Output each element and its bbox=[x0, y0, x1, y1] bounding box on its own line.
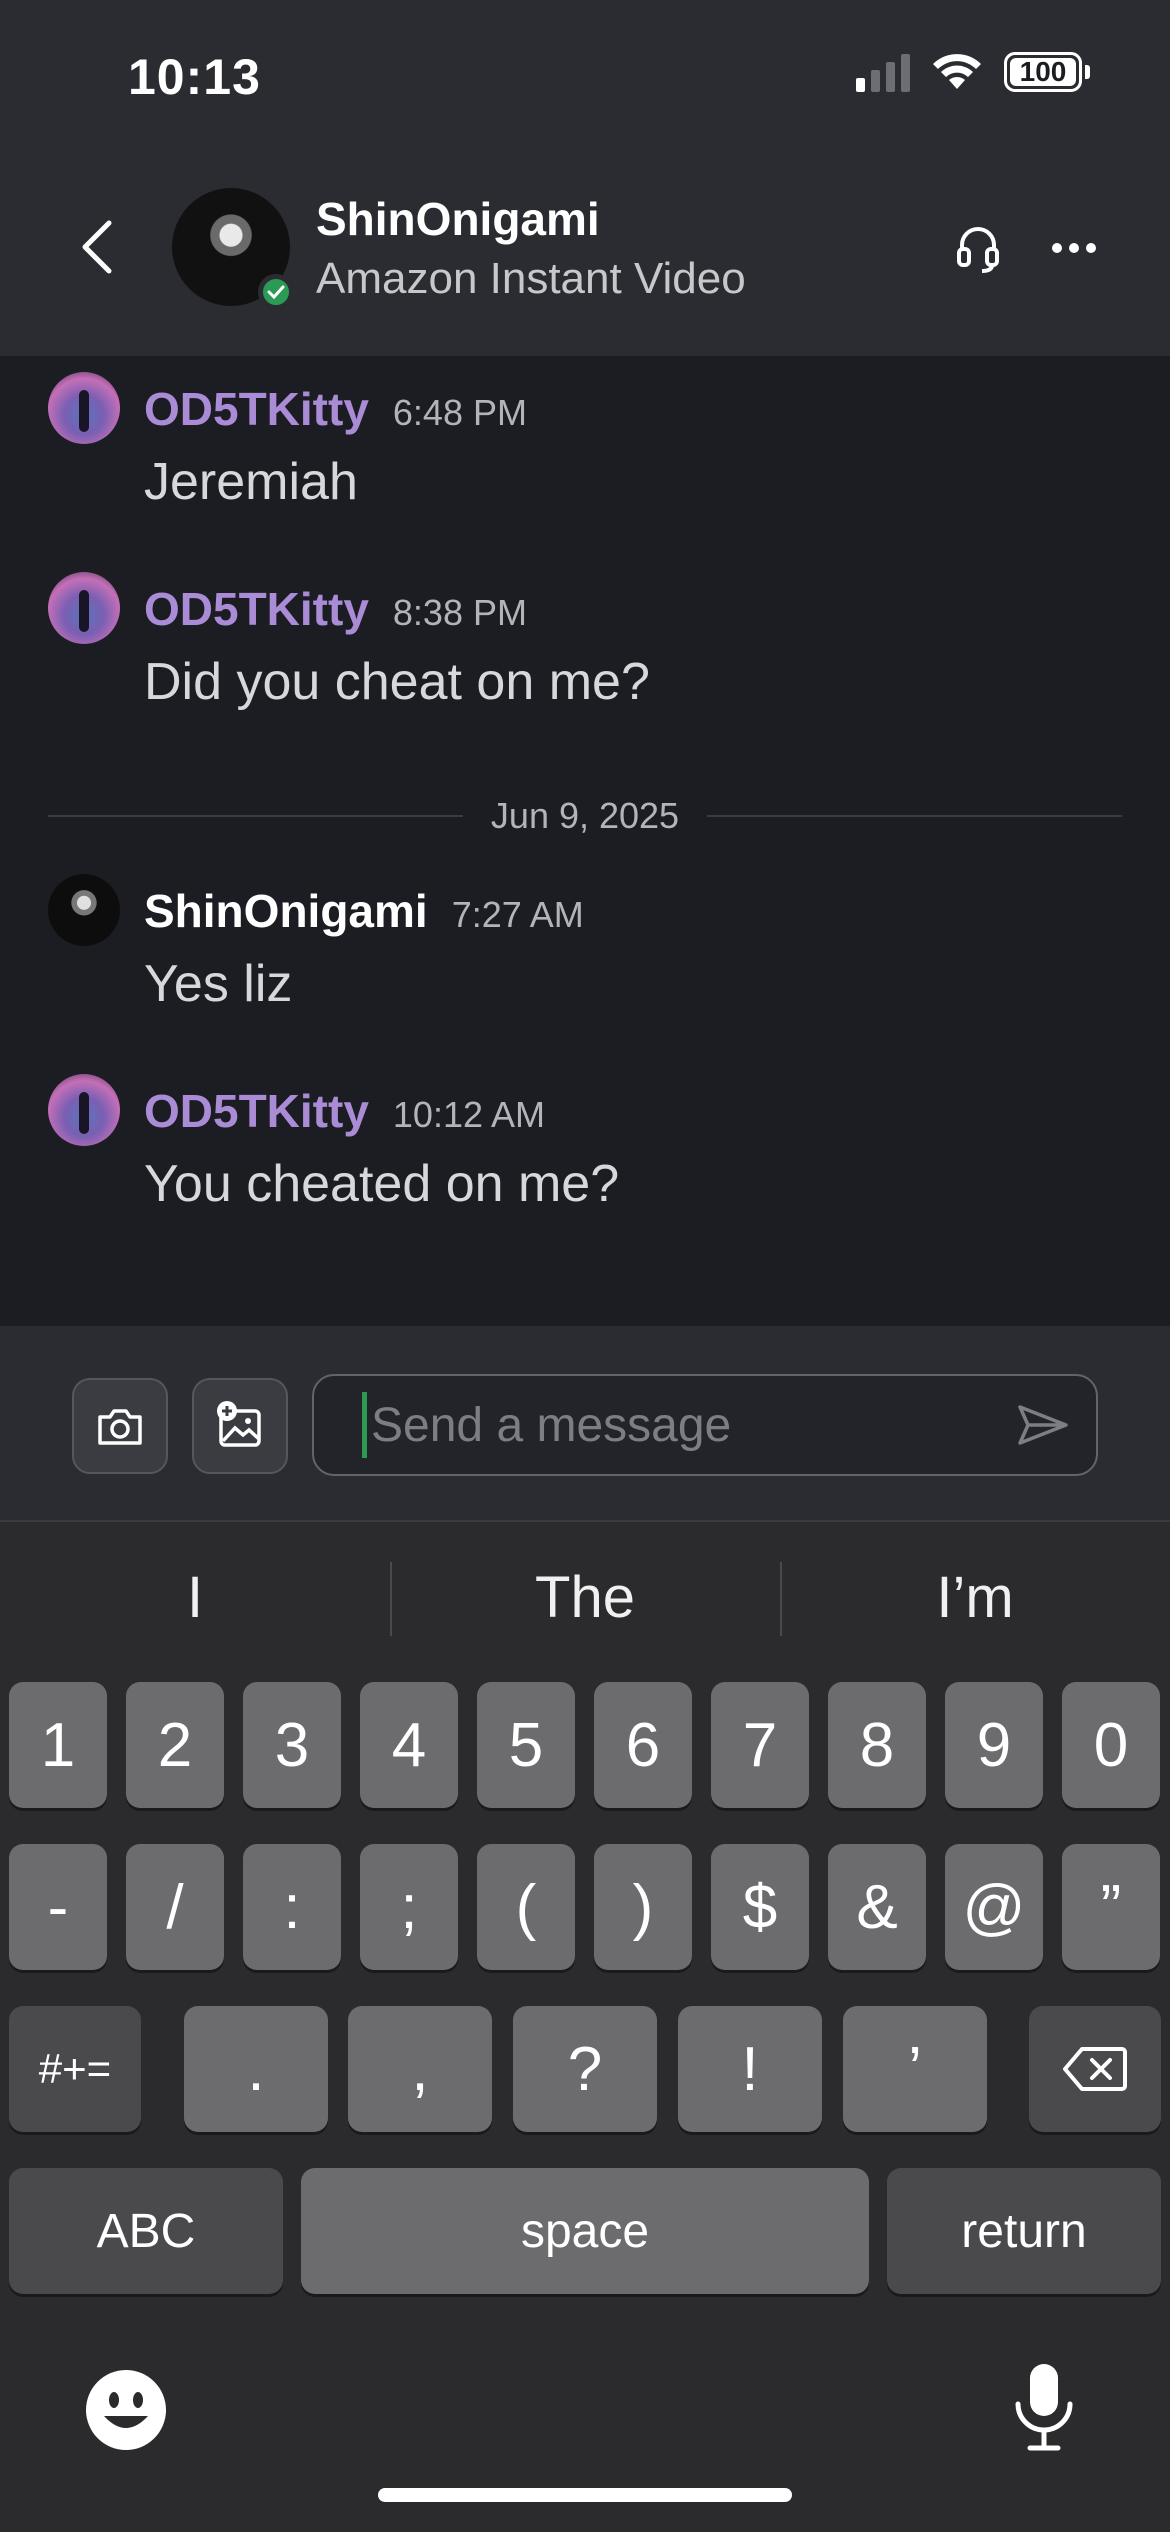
message-author[interactable]: OD5TKitty bbox=[144, 1084, 369, 1138]
status-time: 10:13 bbox=[128, 49, 261, 105]
key-semicolon[interactable]: ; bbox=[360, 1844, 458, 1970]
headset-icon bbox=[957, 227, 999, 273]
voice-call-button[interactable] bbox=[948, 218, 1008, 278]
message-list[interactable]: OD5TKitty 6:48 PM Jeremiah OD5TKitty 8:3… bbox=[0, 356, 1170, 1326]
add-image-button[interactable] bbox=[192, 1378, 288, 1474]
back-button[interactable] bbox=[66, 212, 126, 282]
key-abc-mode[interactable]: ABC bbox=[9, 2168, 283, 2294]
wifi-icon bbox=[933, 54, 981, 89]
message-time: 7:27 AM bbox=[451, 894, 584, 935]
more-options-button[interactable] bbox=[1044, 218, 1104, 278]
message-text: Yes liz bbox=[144, 955, 293, 1013]
battery-icon: 100 bbox=[1004, 52, 1082, 92]
contact-name: ShinOnigami bbox=[316, 193, 600, 245]
message-author[interactable]: ShinOnigami bbox=[144, 884, 428, 938]
key-slash[interactable]: / bbox=[126, 1844, 224, 1970]
key-colon[interactable]: : bbox=[243, 1844, 341, 1970]
message-text: You cheated on me? bbox=[144, 1155, 620, 1213]
home-indicator[interactable] bbox=[378, 2488, 792, 2502]
key-ampersand[interactable]: & bbox=[828, 1844, 926, 1970]
key-comma[interactable]: , bbox=[348, 2006, 492, 2132]
message-author[interactable]: OD5TKitty bbox=[144, 582, 369, 636]
message-composer bbox=[0, 1326, 1170, 1522]
prediction-bar: I The I’m bbox=[0, 1522, 1170, 1672]
more-horizontal-icon bbox=[1052, 243, 1096, 253]
status-icons: 100 bbox=[856, 52, 1090, 92]
space-bar[interactable]: space bbox=[301, 2168, 869, 2294]
avatar[interactable] bbox=[48, 572, 120, 644]
key-2[interactable]: 2 bbox=[126, 1682, 224, 1808]
date-separator: Jun 9, 2025 bbox=[48, 786, 1122, 846]
dictation-button[interactable] bbox=[1004, 2360, 1084, 2454]
key-8[interactable]: 8 bbox=[828, 1682, 926, 1808]
key-period[interactable]: . bbox=[184, 2006, 328, 2132]
camera-icon bbox=[98, 1409, 142, 1445]
message-time: 10:12 AM bbox=[392, 1094, 546, 1135]
microphone-icon bbox=[1015, 2364, 1073, 2451]
prediction-suggestion[interactable]: I bbox=[0, 1522, 390, 1672]
message-input-field[interactable] bbox=[312, 1374, 1098, 1476]
emoji-button[interactable] bbox=[84, 2368, 168, 2452]
avatar[interactable] bbox=[48, 372, 120, 444]
contact-activity: Amazon Instant Video bbox=[316, 254, 746, 303]
date-label: Jun 9, 2025 bbox=[490, 795, 680, 836]
key-close-paren[interactable]: ) bbox=[594, 1844, 692, 1970]
key-1[interactable]: 1 bbox=[9, 1682, 107, 1808]
battery-level: 100 bbox=[1019, 56, 1067, 87]
delete-key[interactable] bbox=[1029, 2006, 1161, 2132]
keyboard: I The I’m 1 2 3 4 5 6 7 8 9 0 - / : ; ( … bbox=[0, 1522, 1170, 2532]
message-text: Jeremiah bbox=[144, 453, 358, 511]
backspace-icon bbox=[1063, 2047, 1127, 2091]
key-9[interactable]: 9 bbox=[945, 1682, 1043, 1808]
send-icon bbox=[1018, 1405, 1068, 1445]
key-open-paren[interactable]: ( bbox=[477, 1844, 575, 1970]
add-image-icon bbox=[217, 1401, 261, 1447]
key-quote[interactable]: ” bbox=[1062, 1844, 1160, 1970]
camera-button[interactable] bbox=[72, 1378, 168, 1474]
key-question[interactable]: ? bbox=[513, 2006, 657, 2132]
avatar[interactable] bbox=[48, 874, 120, 946]
key-7[interactable]: 7 bbox=[711, 1682, 809, 1808]
key-at[interactable]: @ bbox=[945, 1844, 1043, 1970]
send-button[interactable] bbox=[998, 1380, 1088, 1470]
message-text: Did you cheat on me? bbox=[144, 653, 650, 711]
message-time: 6:48 PM bbox=[392, 392, 527, 433]
key-apostrophe[interactable]: ’ bbox=[843, 2006, 987, 2132]
key-symbols-mode[interactable]: #+= bbox=[9, 2006, 141, 2132]
key-6[interactable]: 6 bbox=[594, 1682, 692, 1808]
text-cursor bbox=[362, 1392, 367, 1458]
message-input[interactable] bbox=[371, 1397, 998, 1453]
key-exclamation[interactable]: ! bbox=[678, 2006, 822, 2132]
key-3[interactable]: 3 bbox=[243, 1682, 341, 1808]
message-author[interactable]: OD5TKitty bbox=[144, 382, 369, 436]
key-5[interactable]: 5 bbox=[477, 1682, 575, 1808]
chat-header: 10:13 100 ShinOnigami Amazon Instant Vid… bbox=[0, 0, 1170, 356]
key-0[interactable]: 0 bbox=[1062, 1682, 1160, 1808]
message-time: 8:38 PM bbox=[392, 592, 527, 633]
key-hyphen[interactable]: - bbox=[9, 1844, 107, 1970]
avatar[interactable] bbox=[48, 1074, 120, 1146]
chevron-left-icon bbox=[82, 220, 112, 274]
return-key[interactable]: return bbox=[887, 2168, 1161, 2294]
emoji-icon bbox=[86, 2370, 166, 2450]
prediction-suggestion[interactable]: The bbox=[390, 1522, 780, 1672]
prediction-suggestion[interactable]: I’m bbox=[780, 1522, 1170, 1672]
cellular-signal-icon bbox=[856, 52, 910, 92]
key-4[interactable]: 4 bbox=[360, 1682, 458, 1808]
key-dollar[interactable]: $ bbox=[711, 1844, 809, 1970]
chat-screen: 10:13 100 ShinOnigami Amazon Instant Vid… bbox=[0, 0, 1170, 2532]
online-status-icon bbox=[258, 274, 294, 310]
